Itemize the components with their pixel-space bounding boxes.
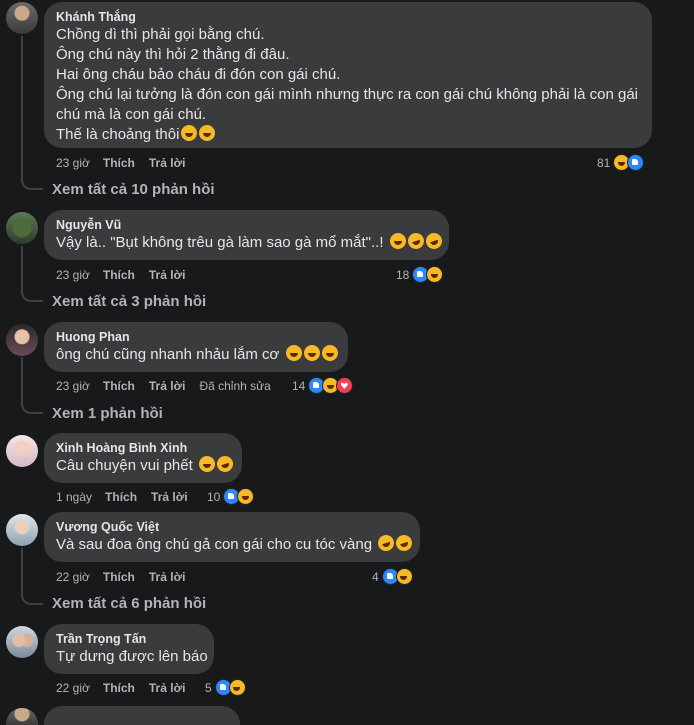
- thread-curve: [21, 178, 43, 190]
- avatar[interactable]: [6, 2, 38, 34]
- love-reaction-icon: [336, 377, 354, 394]
- thread-line: [21, 548, 23, 593]
- comment-actions: 22 giờ Thích Trả lời: [56, 680, 199, 696]
- comment-line: Tự dưng được lên báo: [56, 648, 208, 665]
- avatar[interactable]: [6, 212, 38, 244]
- comment-actions: 23 giờ Thích Trả lời: [56, 267, 199, 283]
- commenter-name[interactable]: Nguyễn Vũ: [56, 217, 437, 233]
- commenter-name[interactable]: Huong Phan: [56, 329, 336, 345]
- avatar[interactable]: [6, 626, 38, 658]
- like-button[interactable]: Thích: [103, 267, 135, 283]
- haha-reaction-icon: [426, 266, 444, 283]
- comment-bubble: Trần Trọng Tấn Tự dưng được lên báo: [44, 624, 214, 674]
- comment-actions: 23 giờ Thích Trả lời Đã chỉnh sửa: [56, 378, 285, 394]
- haha-reaction-icon: [228, 679, 246, 696]
- thread-line: [21, 36, 23, 178]
- like-button[interactable]: Thích: [103, 378, 135, 394]
- rolling-laughing-emoji-icon: [405, 230, 426, 252]
- comment-line: Chồng dì thì phải gọi bằng chú.: [56, 26, 265, 43]
- comment-line: Thế là choảng thôi: [56, 126, 180, 143]
- thread-curve: [21, 290, 43, 302]
- reaction-count: 18: [396, 267, 410, 282]
- comment-actions: 23 giờ Thích Trả lời: [56, 155, 199, 171]
- reaction-count: 4: [372, 569, 379, 584]
- reaction-summary[interactable]: 18: [396, 266, 444, 283]
- commenter-name[interactable]: Trần Trọng Tấn: [56, 631, 202, 647]
- reaction-summary[interactable]: 14: [292, 377, 354, 394]
- reaction-count: 10: [207, 489, 221, 504]
- edited-label: Đã chỉnh sửa: [199, 379, 271, 393]
- view-replies-link[interactable]: Xem tất cả 10 phản hồi: [52, 180, 215, 200]
- reaction-summary[interactable]: 10: [207, 488, 255, 505]
- commenter-name[interactable]: Vương Quốc Việt: [56, 519, 408, 535]
- reply-button[interactable]: Trả lời: [149, 378, 186, 394]
- reply-button[interactable]: Trả lời: [151, 489, 188, 505]
- laughing-emoji-icon: [181, 125, 198, 141]
- comment-actions: 22 giờ Thích Trả lời: [56, 569, 199, 585]
- reaction-count: 14: [292, 378, 306, 393]
- avatar[interactable]: [6, 514, 38, 546]
- thread-line: [21, 246, 23, 290]
- reply-button[interactable]: Trả lời: [149, 155, 186, 171]
- comment-line: ông chú cũng nhanh nhảu lắm cơ: [56, 346, 280, 363]
- rolling-laughing-emoji-icon: [423, 230, 444, 252]
- reply-button[interactable]: Trả lời: [149, 569, 186, 585]
- like-button[interactable]: Thích: [103, 680, 135, 696]
- reaction-summary[interactable]: 4: [372, 568, 413, 585]
- comment-bubble: Khánh Thắng Chồng dì thì phải gọi bằng c…: [44, 2, 652, 148]
- view-replies-link[interactable]: Xem 1 phản hồi: [52, 404, 163, 424]
- commenter-name[interactable]: Xinh Hoàng Bình Xinh: [56, 440, 230, 456]
- laughing-emoji-icon: [285, 345, 302, 361]
- laughing-emoji-icon: [389, 233, 406, 249]
- like-button[interactable]: Thích: [103, 155, 135, 171]
- comment-time[interactable]: 23 giờ: [56, 267, 90, 283]
- commenter-name[interactable]: Khánh Thắng: [56, 9, 640, 25]
- avatar[interactable]: [6, 435, 38, 467]
- comment-line: chú mà là con gái chú.: [56, 106, 207, 123]
- reaction-summary[interactable]: 5: [205, 679, 246, 696]
- laughing-emoji-icon: [303, 345, 320, 361]
- comment-line: Và sau đoa ông chú gả con gái cho cu tóc…: [56, 536, 373, 553]
- comment-bubble: Nguyễn Vũ Vậy là.. "Bụt không trêu gà là…: [44, 210, 449, 260]
- comment-line: Ông chú này thì hỏi 2 thằng đi đâu.: [56, 46, 290, 63]
- view-replies-link[interactable]: Xem tất cả 3 phản hồi: [52, 292, 206, 312]
- haha-reaction-icon: [237, 488, 255, 505]
- thread-curve: [21, 593, 43, 605]
- comment-actions: 1 ngày Thích Trả lời: [56, 489, 202, 505]
- reaction-count: 5: [205, 680, 212, 695]
- thread-line: [21, 357, 23, 402]
- comment-time[interactable]: 22 giờ: [56, 569, 90, 585]
- comment-time[interactable]: 23 giờ: [56, 155, 90, 171]
- like-reaction-icon: [627, 154, 645, 171]
- reply-button[interactable]: Trả lời: [149, 680, 186, 696]
- comment-line: Câu chuyện vui phết: [56, 457, 193, 474]
- rolling-laughing-emoji-icon: [214, 453, 236, 475]
- comment-time[interactable]: 23 giờ: [56, 378, 90, 394]
- comment-line: Hai ông cháu bảo cháu đi đón con gái chú…: [56, 66, 341, 83]
- grinning-emoji-icon: [198, 456, 215, 472]
- comment-bubble: Vương Quốc Việt Và sau đoa ông chú gả co…: [44, 512, 420, 562]
- avatar[interactable]: [6, 708, 38, 725]
- laughing-emoji-icon: [199, 125, 216, 141]
- avatar[interactable]: [6, 324, 38, 356]
- haha-reaction-icon: [395, 568, 413, 585]
- reaction-summary[interactable]: 81: [597, 154, 645, 171]
- comment-time[interactable]: 22 giờ: [56, 680, 90, 696]
- comment-bubble: Xinh Hoàng Bình Xinh Câu chuyện vui phết: [44, 433, 242, 483]
- like-button[interactable]: Thích: [105, 489, 137, 505]
- rolling-laughing-emoji-icon: [394, 532, 415, 554]
- comment-line: Vậy là.. "Bụt không trêu gà làm sao gà m…: [56, 234, 384, 251]
- comment-bubble: Huong Phan ông chú cũng nhanh nhảu lắm c…: [44, 322, 348, 372]
- laughing-emoji-icon: [321, 345, 338, 361]
- reaction-count: 81: [597, 155, 611, 170]
- comment-time[interactable]: 1 ngày: [56, 489, 92, 505]
- comment-line: Ông chú lại tưởng là đón con gái mình nh…: [56, 86, 638, 103]
- view-replies-link[interactable]: Xem tất cả 6 phản hồi: [52, 594, 206, 614]
- like-button[interactable]: Thích: [103, 569, 135, 585]
- reply-button[interactable]: Trả lời: [149, 267, 186, 283]
- rolling-laughing-emoji-icon: [376, 532, 397, 554]
- comment-bubble: [44, 706, 240, 725]
- thread-curve: [21, 402, 43, 414]
